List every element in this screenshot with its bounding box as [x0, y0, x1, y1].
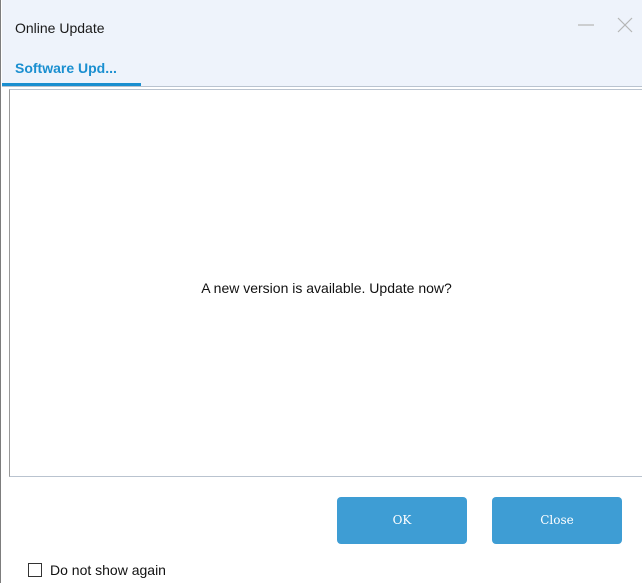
minimize-icon[interactable]: [575, 14, 597, 36]
title-bar[interactable]: Online Update: [2, 0, 642, 53]
do-not-show-again-checkbox[interactable]: [28, 563, 42, 577]
online-update-window: Online Update Software Upd... A new vers…: [0, 0, 642, 583]
ok-button[interactable]: OK: [337, 497, 467, 544]
window-title: Online Update: [15, 20, 105, 36]
close-icon[interactable]: [614, 14, 636, 36]
update-message: A new version is available. Update now?: [201, 280, 452, 296]
tab-software-update[interactable]: Software Upd...: [2, 53, 141, 86]
do-not-show-again-row[interactable]: Do not show again: [28, 560, 166, 580]
do-not-show-again-label[interactable]: Do not show again: [50, 562, 166, 578]
content-panel: A new version is available. Update now?: [9, 89, 642, 477]
tab-strip: Software Upd...: [2, 53, 642, 87]
close-button[interactable]: Close: [492, 497, 622, 544]
